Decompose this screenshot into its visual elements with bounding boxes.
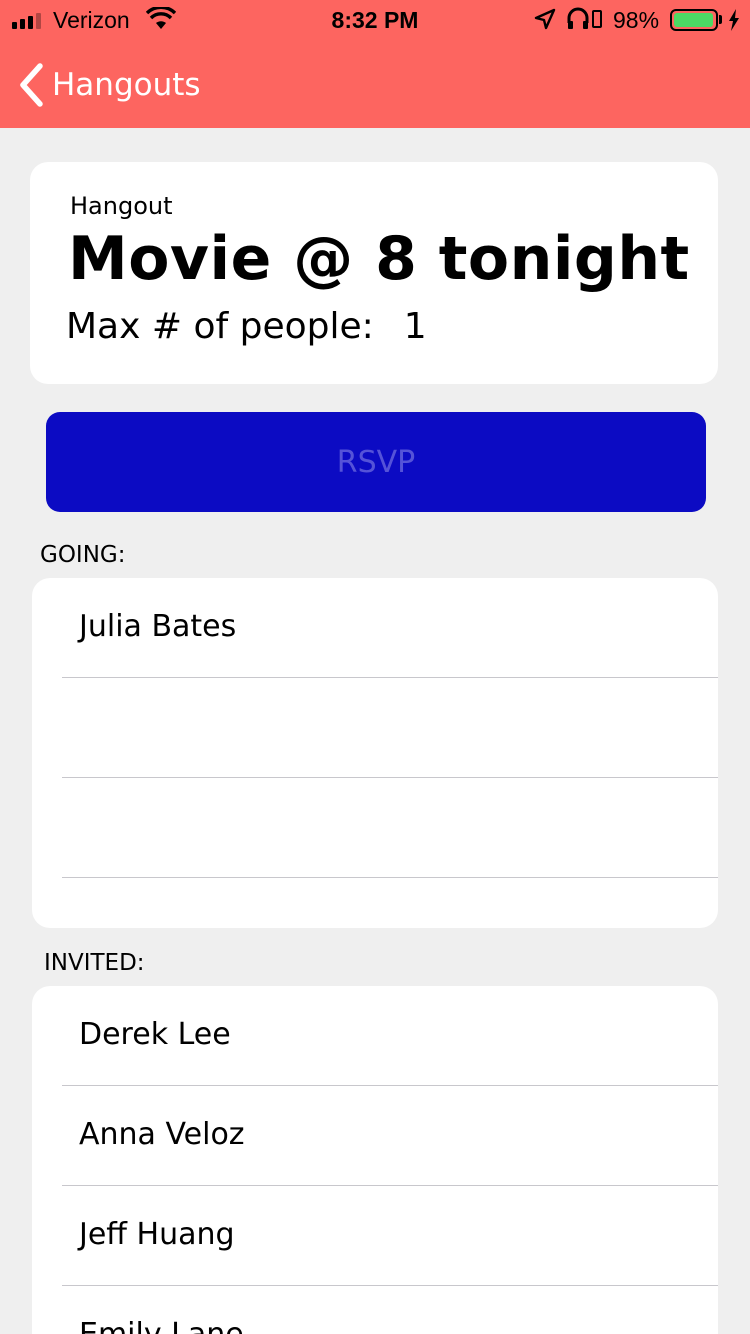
max-people-label: Max # of people: — [66, 306, 374, 347]
hangout-detail-screen: Verizon 8:32 PM 98% Hangouts Hangout Mov… — [0, 0, 750, 1334]
invited-person-name: Anna Veloz — [79, 1116, 245, 1152]
going-section-label: GOING: — [40, 542, 126, 568]
navigation-header: Verizon 8:32 PM 98% Hangouts — [0, 0, 750, 128]
charging-bolt-icon — [729, 9, 739, 31]
back-button[interactable]: Hangouts — [16, 60, 201, 110]
going-list: Julia Bates — [32, 578, 718, 928]
invited-section-label: INVITED: — [44, 950, 145, 976]
invited-person-name: Derek Lee — [79, 1016, 231, 1052]
invited-person-name: Emily Lane — [79, 1316, 244, 1334]
battery-level-fill — [674, 13, 714, 27]
going-row[interactable] — [32, 678, 718, 778]
hangout-kicker: Hangout — [70, 192, 173, 220]
chevron-left-icon — [20, 63, 43, 107]
rsvp-button[interactable]: RSVP — [46, 412, 706, 512]
hangout-info-card: Hangout Movie @ 8 tonight Max # of peopl… — [30, 162, 718, 384]
location-arrow-icon — [534, 8, 556, 30]
max-people-value: 1 — [403, 306, 427, 347]
max-people-row: Max # of people: 1 — [66, 306, 427, 347]
battery-cap — [719, 15, 722, 24]
battery-icon — [670, 9, 718, 31]
status-bar: Verizon 8:32 PM 98% — [0, 0, 750, 40]
invited-list: Derek Lee Anna Veloz Jeff Huang Emily La… — [32, 986, 718, 1334]
invited-row[interactable]: Emily Lane — [32, 1286, 718, 1334]
hangout-title: Movie @ 8 tonight — [68, 224, 690, 294]
back-button-label: Hangouts — [52, 67, 201, 103]
battery-percent: 98% — [613, 7, 660, 33]
going-row[interactable] — [32, 778, 718, 878]
headphones-icon — [567, 7, 589, 29]
rotation-lock-icon — [592, 10, 602, 28]
invited-row[interactable]: Jeff Huang — [32, 1186, 718, 1286]
invited-row[interactable]: Derek Lee — [32, 986, 718, 1086]
invited-row[interactable]: Anna Veloz — [32, 1086, 718, 1186]
invited-person-name: Jeff Huang — [79, 1216, 235, 1252]
going-row[interactable]: Julia Bates — [32, 578, 718, 678]
going-person-name: Julia Bates — [79, 608, 237, 644]
